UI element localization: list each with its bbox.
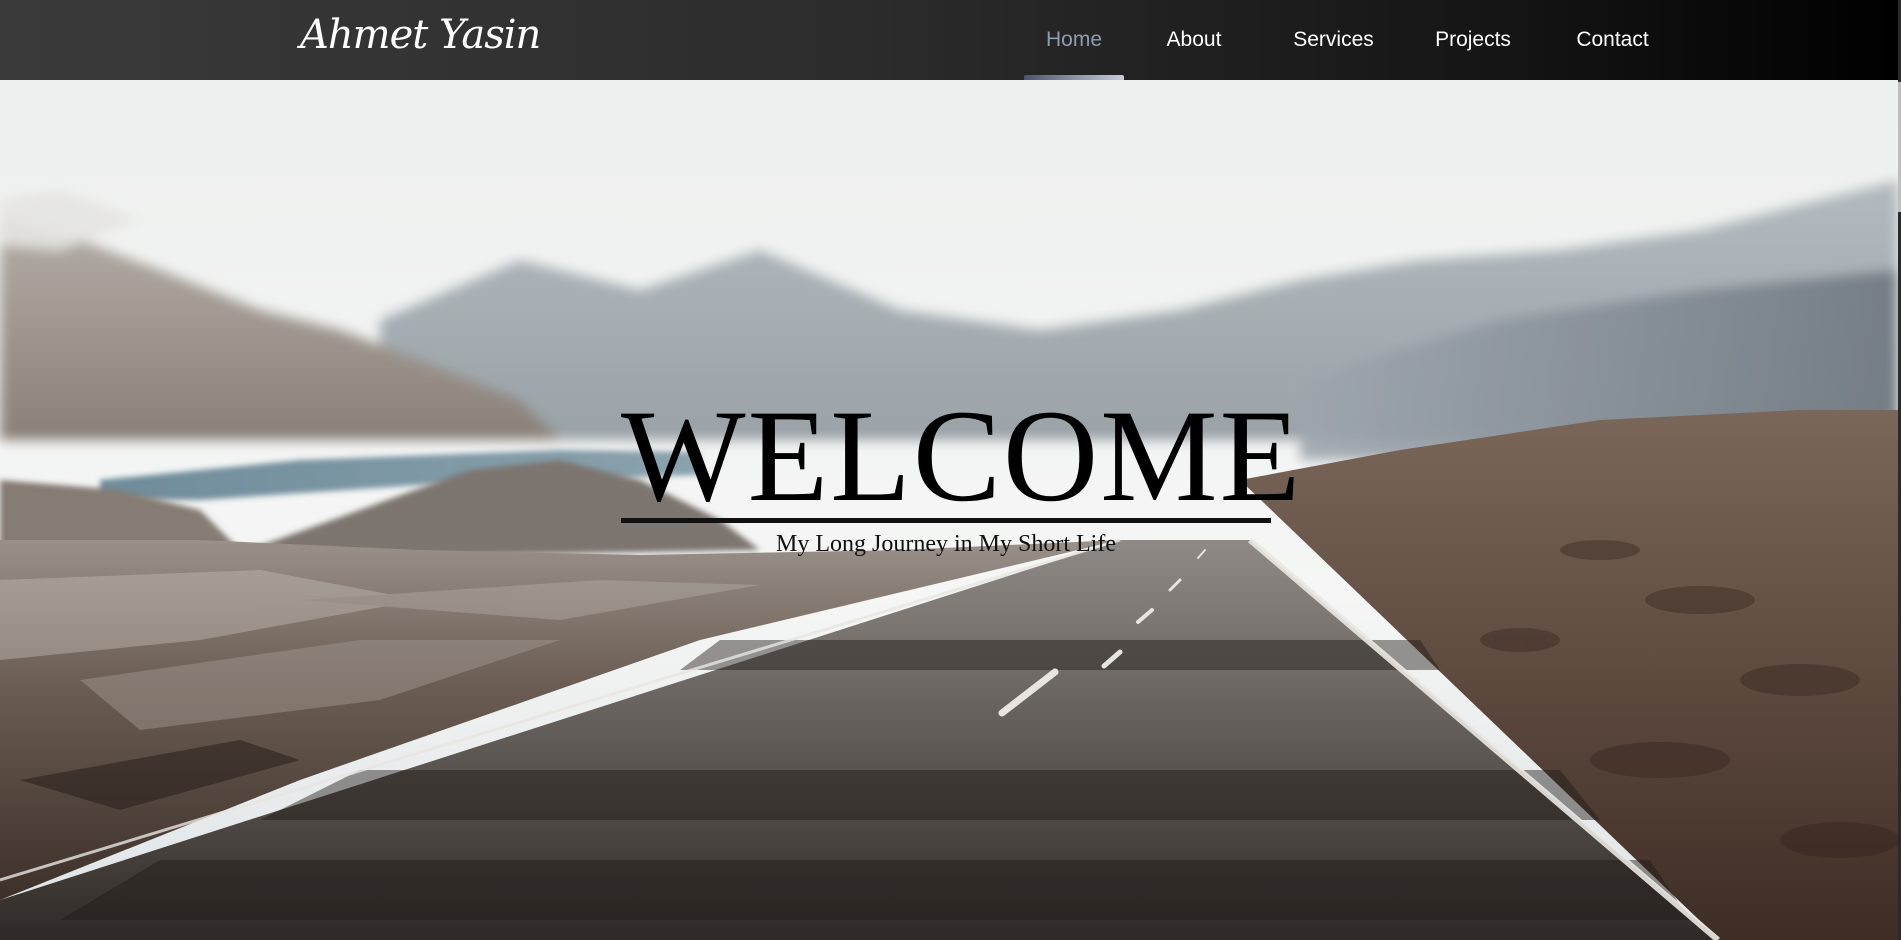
nav-item-about[interactable]: About	[1124, 0, 1264, 80]
nav-item-contact[interactable]: Contact	[1543, 0, 1682, 80]
nav-item-label: About	[1166, 28, 1222, 51]
nav-item-home[interactable]: Home	[1024, 0, 1124, 80]
nav-item-label: Home	[1045, 28, 1103, 51]
nav-menu: Home About Services Projects Contact	[1024, 0, 1682, 80]
welcome-subtitle: My Long Journey in My Short Life	[776, 531, 1116, 557]
nav-item-label: Services	[1293, 28, 1374, 51]
welcome-title: WELCOME	[621, 382, 1303, 529]
welcome-hero: WELCOME My Long Journey in My Short Life	[621, 382, 1303, 558]
nav-item-label: Projects	[1435, 28, 1511, 51]
top-navbar: Ahmet Yasin Home About Services Projects…	[0, 0, 1898, 80]
page: Ahmet Yasin Home About Services Projects…	[0, 0, 1901, 940]
brand-logo[interactable]: Ahmet Yasin	[300, 12, 541, 58]
nav-item-label: Contact	[1576, 28, 1649, 51]
nav-item-projects[interactable]: Projects	[1403, 0, 1543, 80]
nav-item-services[interactable]: Services	[1264, 0, 1403, 80]
active-indicator	[1024, 75, 1124, 80]
